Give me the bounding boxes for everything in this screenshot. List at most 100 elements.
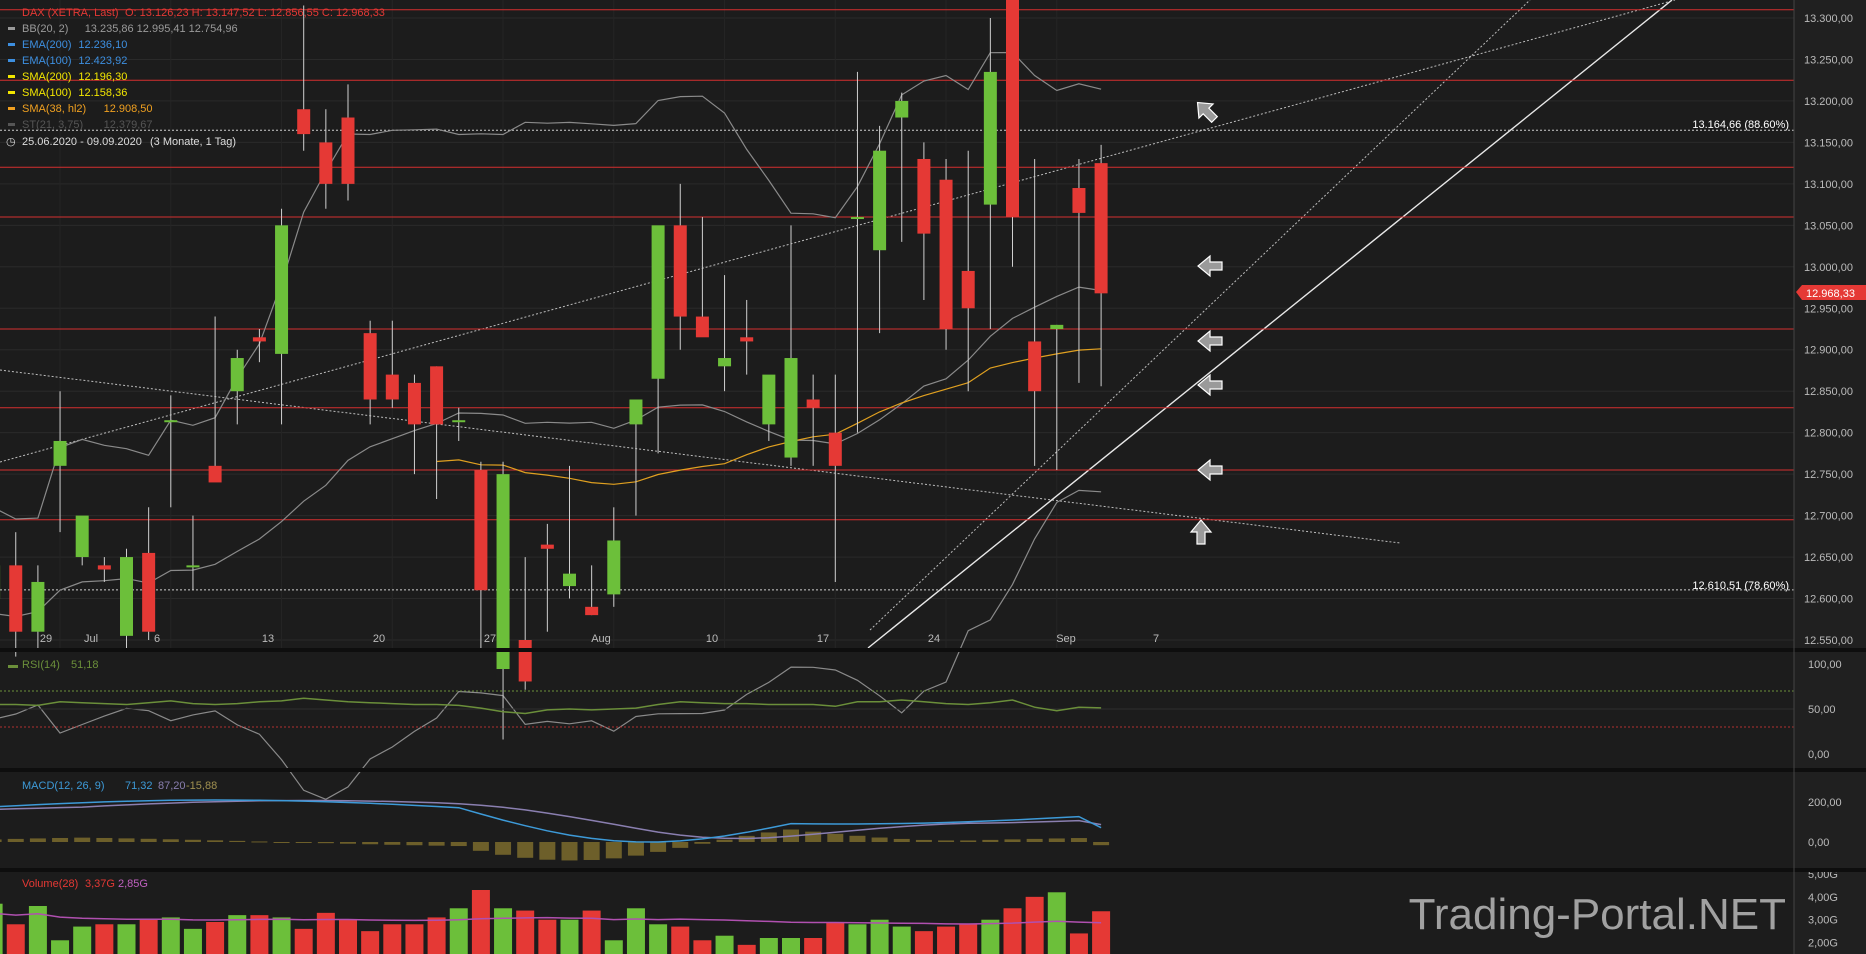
price-tick-label: 12.750,00 [1804,469,1853,481]
candle-body [142,552,156,632]
volume-bar [1003,908,1022,954]
volume-bar [693,940,712,954]
macd-histogram-bar [627,842,644,856]
volume-bar [383,924,402,954]
volume-bar [1092,911,1111,954]
candle-body [695,316,709,338]
macd-histogram-bar [251,841,268,843]
candle-body [961,270,975,309]
legend-values: 12.379,67 [104,119,153,131]
legend-values: 12.423,92 [78,55,127,67]
candle-body [319,142,333,184]
legend-name: BB(20, 2) [22,23,68,35]
volume-label: Volume(28) [22,878,78,890]
candle-body [806,399,820,408]
volume-bar [981,919,1000,954]
volume-bar [183,928,202,954]
rsi-panel-bg [0,652,1794,768]
macd-histogram-bar [517,842,534,858]
volume-bar [892,926,911,954]
candle-body [230,358,244,392]
volume-bar [582,910,601,954]
rsi-tick-label: 100,00 [1808,659,1842,671]
volume-tick-label: 4,00G [1808,892,1838,904]
candle-body [1072,188,1086,213]
price-tick-label: 13.050,00 [1804,220,1853,232]
candle-body [1028,341,1042,392]
macd-histogram-bar [1093,842,1110,846]
candle-body [607,540,621,595]
macd-histogram-bar [694,842,711,844]
date-tick-label: Sep [1056,633,1076,645]
volume-bar [361,931,380,954]
price-tick-label: 13.200,00 [1804,96,1853,108]
candle-body [120,557,133,636]
candle-body [850,217,864,220]
candle-body [164,420,178,423]
macd-histogram-bar [539,842,556,860]
macd-histogram-bar [938,840,955,842]
panel-separator-3 [0,868,1866,872]
volume-bar [339,919,357,954]
candle-body [983,71,997,205]
macd-histogram-bar [1070,838,1087,842]
price-tick-label: 12.850,00 [1804,386,1853,398]
date-tick-label: 27 [484,633,496,645]
legend-name: EMA(100) [22,55,72,67]
volume-bar [294,928,313,954]
volume-bar [715,935,734,954]
macd-histogram-bar [960,840,977,842]
macd-value: 71,32 [125,780,153,792]
macd-histogram-bar [915,839,932,842]
dax-chart: 100,0050,000,00200,000,005,00G4,00G3,00G… [0,0,1866,954]
macd-histogram-bar [495,842,512,855]
volume-bar [804,938,823,954]
volume-bar [51,940,70,954]
volume-avg: 2,85G [118,878,148,890]
macd-tick-label: 200,00 [1808,797,1842,809]
price-tick-label: 12.650,00 [1804,552,1853,564]
date-tick-label: 20 [373,633,385,645]
price-tick-label: 12.900,00 [1804,345,1853,357]
macd-histogram-bar [340,842,356,844]
volume-bar [782,938,800,954]
candle-body [474,469,488,591]
macd-histogram-bar [827,833,844,842]
price-tick-label: 13.000,00 [1804,262,1853,274]
volume-bar [73,926,92,954]
main-panel-bg [0,0,1794,648]
macd-histogram-bar [1026,838,1043,842]
date-tick-label: 24 [928,633,940,645]
macd-histogram-bar [140,838,157,842]
period-label: (3 Monate, 1 Tag) [150,136,236,148]
clock-icon: ◷ [6,136,16,148]
volume-bar [937,926,956,954]
fib-label-upper: 13.164,66 (88.60%) [1692,119,1789,131]
volume-bar [538,919,557,954]
macd-histogram-bar [982,839,999,842]
volume-bar [95,924,114,954]
volume-value: 3,37G [85,878,115,890]
macd-histogram-bar [871,837,888,842]
candle-body [452,420,466,423]
candle-body [1006,0,1019,218]
date-tick-label: Jul [84,633,98,645]
volume-bar [161,917,180,954]
candle-body [518,640,532,682]
candle-body [828,432,842,466]
legend-name: EMA(200) [22,39,72,51]
ohlc-readout: O: 13.126,23 H: 13.147,52 L: 12.856,55 C… [125,7,385,19]
legend-swatch [8,123,15,126]
macd-hist: -15,88 [186,780,217,792]
macd-histogram-bar [317,842,334,844]
macd-histogram-bar [406,842,423,846]
candle-body [1094,163,1108,294]
candle-body [53,440,67,466]
macd-label: MACD(12, 26, 9) [22,780,105,792]
candle-body [1050,324,1064,329]
legend-name: SMA(38, hl2) [22,103,86,115]
legend-values: 12.908,50 [104,103,153,115]
volume-bar [228,915,247,954]
last-price-badge: 12.968,33 [1796,285,1866,300]
macd-histogram-bar [1048,838,1065,842]
